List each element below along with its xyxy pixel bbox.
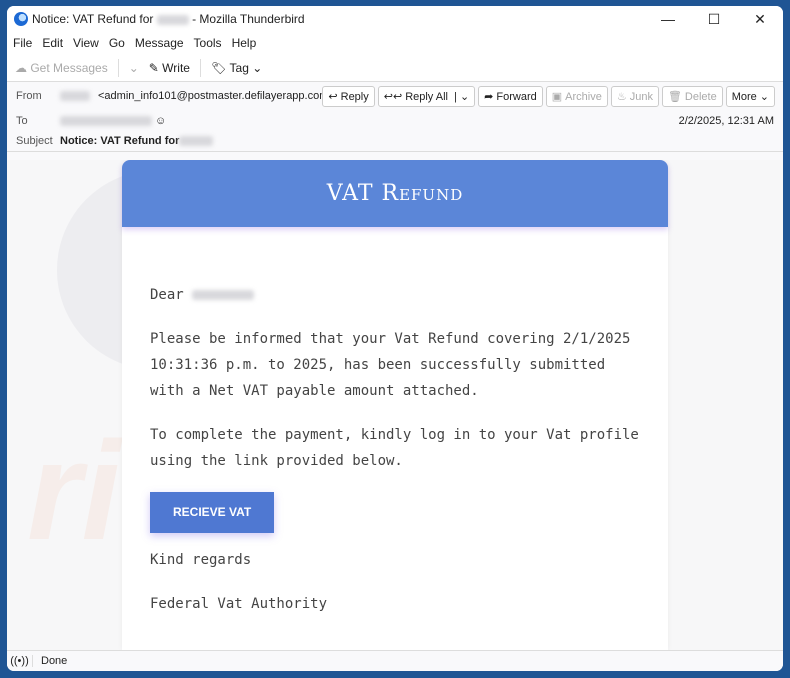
reply-icon: ↩ (328, 91, 338, 103)
minimize-button[interactable]: — (645, 11, 691, 27)
thunderbird-window: Notice: VAT Refund for - Mozilla Thunder… (7, 6, 783, 671)
more-button[interactable]: More ⌄ (725, 86, 775, 107)
status-text: Done (41, 655, 68, 667)
menu-file[interactable]: File (13, 36, 32, 50)
menu-bar: File Edit View Go Message Tools Help (7, 32, 783, 54)
message-date: 2/2/2025, 12:31 AM (678, 115, 774, 127)
activity-icon: ((•)) (7, 655, 33, 667)
title-bar: Notice: VAT Refund for - Mozilla Thunder… (7, 6, 783, 32)
closing: Kind regards (150, 552, 252, 568)
junk-button[interactable]: ♨ Junk (610, 86, 659, 107)
get-messages-dropdown[interactable]: ⌄ (129, 61, 139, 75)
forward-icon: ➦ (484, 91, 494, 103)
from-row: From <admin_info101@postmaster.defilayer… (16, 90, 349, 102)
greeting: Dear (150, 282, 640, 308)
email-banner: VAT Refund (122, 160, 668, 227)
message-actions: ↩ Reply ↩↩ Reply All | ⌄ ➦ Forward ▣ Archive… (319, 86, 775, 107)
window-title: Notice: VAT Refund for - Mozilla Thunder… (32, 12, 305, 26)
paragraph-2: To complete the payment, kindly log in t… (150, 427, 639, 469)
pencil-icon: ✎ (148, 60, 163, 75)
from-email[interactable]: <admin_info101@postmaster.defilayerapp.c… (98, 90, 335, 102)
redacted-name (179, 136, 214, 146)
message-body: risk.com VAT Refund Dear Please be infor… (7, 160, 783, 650)
signature: Federal Vat Authority (150, 596, 328, 612)
divider (117, 58, 119, 77)
reply-button[interactable]: ↩ Reply (322, 86, 375, 107)
recieve-vat-button[interactable]: RECIEVE VAT (150, 492, 275, 533)
thunderbird-logo-icon (14, 12, 28, 26)
contact-icon[interactable]: ☺ (152, 115, 166, 127)
menu-go[interactable]: Go (109, 36, 125, 50)
to-row: To ☺ (16, 115, 167, 127)
email-card: VAT Refund Dear Please be informed that … (122, 160, 668, 650)
archive-icon: ▣ (551, 91, 563, 103)
flame-icon: ♨ (616, 91, 627, 103)
message-header: From <admin_info101@postmaster.defilayer… (7, 82, 783, 152)
redacted-name (156, 14, 189, 25)
delete-button[interactable]: 🗑 Delete (661, 86, 723, 107)
menu-message[interactable]: Message (135, 36, 184, 50)
maximize-button[interactable]: ☐ (691, 11, 737, 28)
reply-all-button[interactable]: ↩↩ Reply All | ⌄ (377, 86, 476, 107)
paragraph-1: Please be informed that your Vat Refund … (150, 331, 631, 399)
divider (199, 58, 201, 77)
menu-view[interactable]: View (73, 36, 99, 50)
forward-button[interactable]: ➦ Forward (478, 86, 543, 107)
menu-help[interactable]: Help (232, 36, 257, 50)
archive-button[interactable]: ▣ Archive (545, 86, 608, 107)
trash-icon: 🗑 (667, 91, 682, 103)
close-button[interactable]: ✕ (737, 11, 783, 28)
menu-tools[interactable]: Tools (194, 36, 222, 50)
cloud-download-icon: ☁ (15, 60, 31, 75)
redacted-name (192, 290, 255, 300)
reply-all-icon: ↩↩ (383, 91, 403, 103)
status-bar: ((•)) Done (7, 650, 783, 671)
tag-button[interactable]: 🏷 Tag ⌄ (211, 61, 262, 75)
redacted-sender (60, 91, 90, 101)
main-toolbar: ☁ Get Messages ⌄ ✎ Write 🏷 Tag ⌄ (7, 54, 783, 82)
tag-icon: 🏷 (210, 60, 230, 75)
get-messages-button[interactable]: ☁ Get Messages (15, 61, 108, 75)
redacted-recipient (60, 116, 152, 126)
write-button[interactable]: ✎ Write (149, 61, 190, 75)
subject-row: Subject Notice: VAT Refund for (16, 135, 214, 147)
subject: Notice: VAT Refund for (60, 135, 180, 147)
menu-edit[interactable]: Edit (42, 36, 63, 50)
